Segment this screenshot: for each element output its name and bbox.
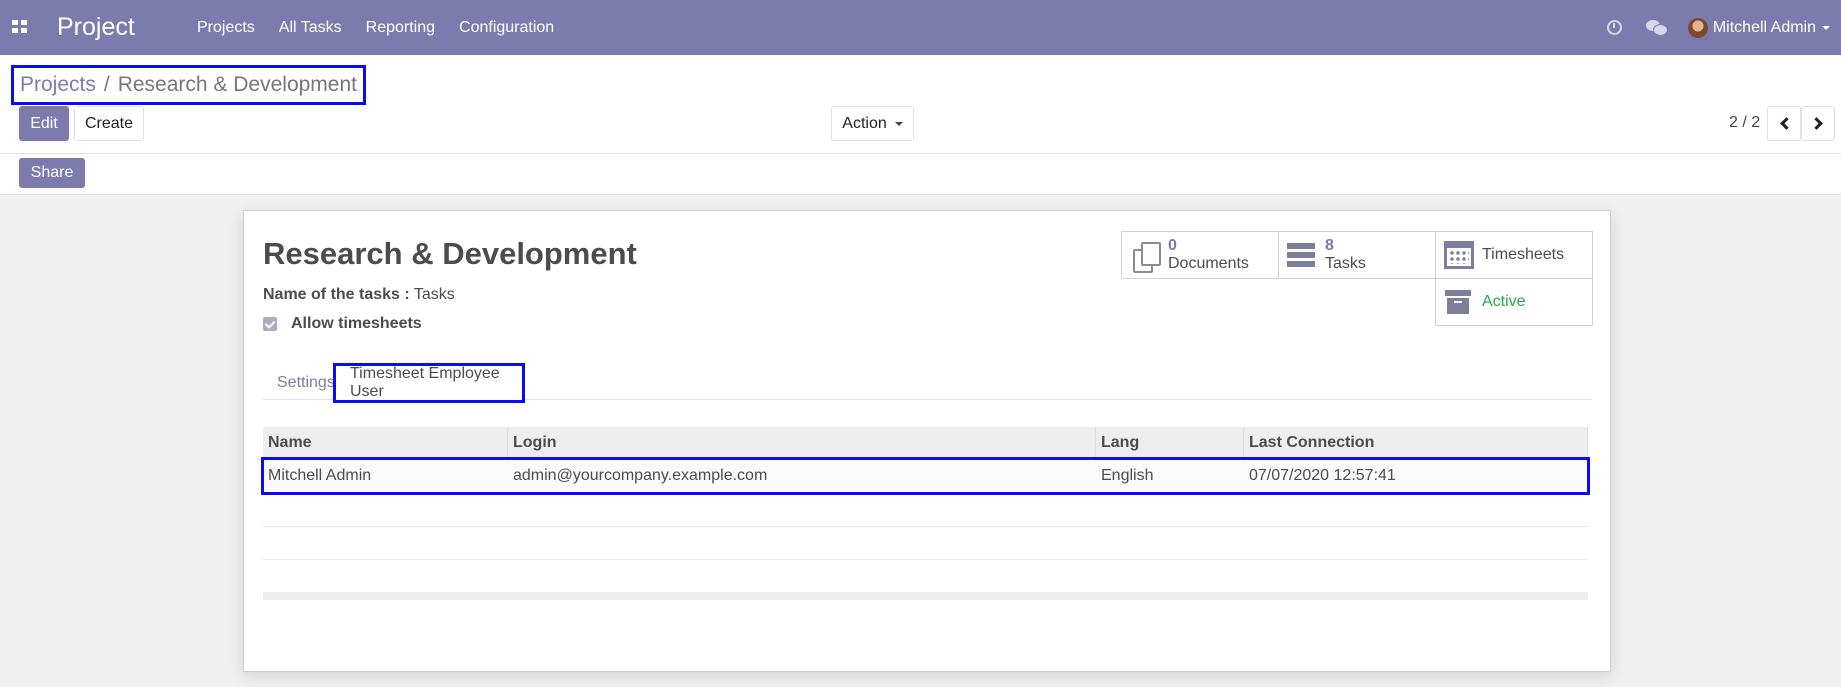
notebook-tabs: Settings Timesheet Employee User xyxy=(263,363,1592,403)
menu-item-configuration[interactable]: Configuration xyxy=(459,19,554,37)
empty-row xyxy=(263,493,1588,526)
menu-item-reporting[interactable]: Reporting xyxy=(366,19,435,37)
column-header-last-connection[interactable]: Last Connection xyxy=(1244,427,1588,459)
allow-timesheets-label: Allow timesheets xyxy=(291,315,422,332)
user-avatar[interactable] xyxy=(1687,17,1708,38)
pager-previous-button[interactable] xyxy=(1767,106,1801,141)
edit-button[interactable]: Edit xyxy=(19,106,69,141)
user-menu-name[interactable]: Mitchell Admin xyxy=(1713,19,1816,37)
main-menu: Projects All Tasks Reporting Configurati… xyxy=(197,0,578,55)
action-dropdown[interactable]: Action xyxy=(831,106,914,141)
breadcrumb-separator: / xyxy=(103,73,110,96)
row-last-connection: 07/07/2020 12:57:41 xyxy=(1249,467,1396,484)
tasks-name-label: Name of the tasks : xyxy=(263,286,410,303)
tasks-count: 8 xyxy=(1325,237,1334,254)
breadcrumb-projects-link[interactable]: Projects xyxy=(20,73,96,97)
menu-item-projects[interactable]: Projects xyxy=(197,19,255,37)
apps-menu-icon[interactable] xyxy=(12,20,27,33)
documents-count: 0 xyxy=(1168,237,1177,254)
share-button[interactable]: Share xyxy=(19,158,85,188)
pager-value[interactable]: 2 / 2 xyxy=(1729,114,1760,132)
archive-icon xyxy=(1444,288,1474,316)
control-panel-divider xyxy=(0,153,1841,154)
tasks-icon xyxy=(1287,241,1317,269)
timesheets-label: Timesheets xyxy=(1482,246,1565,263)
empty-row xyxy=(263,559,1588,592)
table-header: Name Login Lang Last Connection xyxy=(263,427,1588,459)
app-brand[interactable]: Project xyxy=(57,13,135,42)
row-name: Mitchell Admin xyxy=(268,467,372,484)
timesheet-users-table: Name Login Lang Last Connection Mitchell… xyxy=(261,427,1590,600)
breadcrumb: Projects / Research & Development xyxy=(11,65,366,105)
column-header-login[interactable]: Login xyxy=(508,427,1096,459)
documents-icon xyxy=(1130,241,1161,273)
action-dropdown-label: Action xyxy=(842,114,887,132)
empty-row xyxy=(263,526,1588,559)
pager-next-button[interactable] xyxy=(1801,106,1835,141)
messages-chat-icon[interactable] xyxy=(1645,19,1668,36)
activity-clock-icon[interactable] xyxy=(1606,20,1622,35)
table-row[interactable]: Mitchell Admin admin@yourcompany.example… xyxy=(261,457,1590,495)
tasks-label: Tasks xyxy=(1325,255,1366,272)
form-sheet: Research & Development Name of the tasks… xyxy=(243,210,1611,672)
user-menu-caret-icon[interactable] xyxy=(1822,25,1830,30)
chevron-left-icon xyxy=(1779,117,1793,130)
calendar-icon xyxy=(1444,241,1474,269)
allow-timesheets-checkbox[interactable] xyxy=(263,317,277,331)
navbar-right: Mitchell Admin xyxy=(1606,0,1841,55)
active-status-label: Active xyxy=(1482,293,1526,310)
tasks-name-field: Name of the tasks : Tasks xyxy=(263,286,455,304)
row-lang: English xyxy=(1101,467,1154,484)
breadcrumb-current: Research & Development xyxy=(117,73,357,96)
timesheets-smart-button[interactable]: Timesheets xyxy=(1435,231,1593,279)
documents-label: Documents xyxy=(1168,255,1249,272)
column-header-lang[interactable]: Lang xyxy=(1096,427,1244,459)
row-login: admin@yourcompany.example.com xyxy=(513,467,768,484)
create-button[interactable]: Create xyxy=(74,106,144,141)
table-footer xyxy=(263,592,1588,600)
menu-item-all-tasks[interactable]: All Tasks xyxy=(279,19,342,37)
tab-timesheet-employee-user[interactable]: Timesheet Employee User xyxy=(333,363,525,403)
tasks-name-value[interactable]: Tasks xyxy=(414,286,455,303)
project-title[interactable]: Research & Development xyxy=(263,236,637,272)
column-header-name[interactable]: Name xyxy=(263,427,508,459)
allow-timesheets-field: Allow timesheets xyxy=(263,315,422,333)
chevron-right-icon xyxy=(1809,117,1823,130)
documents-smart-button[interactable]: 0 Documents xyxy=(1121,231,1279,279)
tasks-smart-button[interactable]: 8 Tasks xyxy=(1278,231,1436,279)
top-navbar: Project Projects All Tasks Reporting Con… xyxy=(0,0,1841,55)
caret-down-icon xyxy=(894,121,903,126)
active-toggle-button[interactable]: Active xyxy=(1435,278,1593,326)
